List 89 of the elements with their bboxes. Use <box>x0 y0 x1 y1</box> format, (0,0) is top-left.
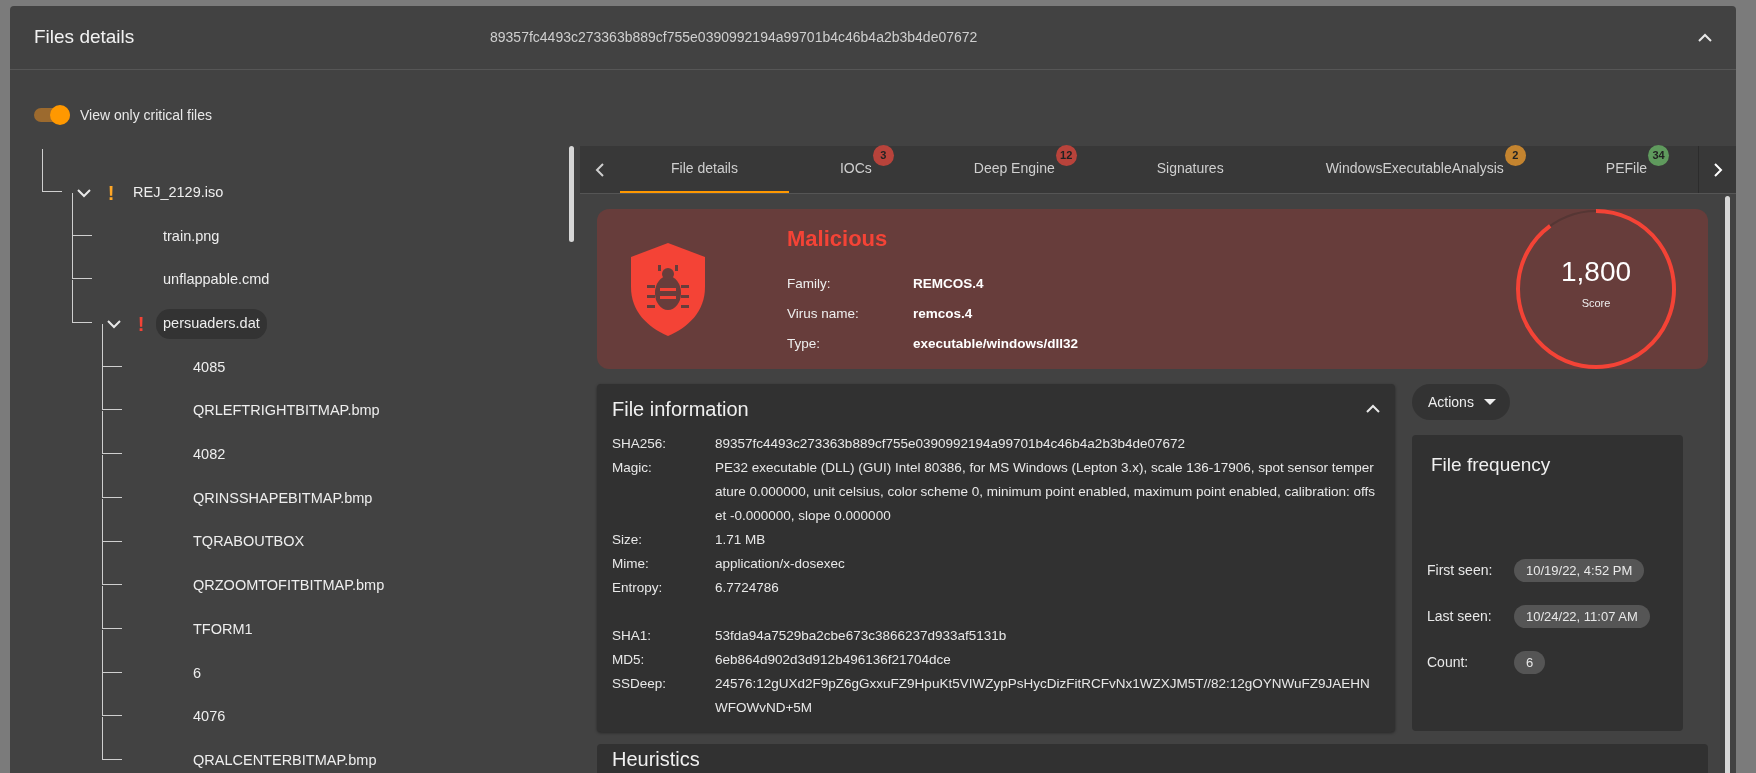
tree-item[interactable]: persuaders.dat <box>156 309 267 339</box>
tree-item[interactable]: QRLEFTRIGHTBITMAP.bmp <box>186 396 387 427</box>
bug-shield-icon <box>629 241 707 337</box>
field-label: Virus name: <box>787 304 860 323</box>
field-value: 53fda94a7529ba2cbe673c3866237d933af5131b <box>715 627 1008 645</box>
value-chip: 6 <box>1514 650 1546 675</box>
file-hash: 89357fc4493c273363b889cf755e0390992194a99701b4c46b4a2b3b4de07672 <box>490 28 979 47</box>
tab[interactable]: IOCs 3 <box>788 146 923 193</box>
chevron-left-icon[interactable] <box>595 162 605 177</box>
tree-item[interactable]: QRINSSHAPEBITMAP.bmp <box>186 483 380 514</box>
scrollbar[interactable] <box>1725 196 1730 773</box>
field-label: Mime: <box>612 555 650 573</box>
card-title: File information <box>612 397 749 422</box>
field-label: First seen: <box>1427 561 1494 580</box>
field-label: SSDeep: <box>612 675 668 693</box>
tab[interactable]: File details <box>620 146 789 193</box>
connector-line <box>102 454 122 498</box>
count-badge: 34 <box>1648 145 1670 166</box>
field-label: SHA256: <box>612 435 668 453</box>
connector-line <box>102 411 122 455</box>
collapse-icon[interactable] <box>1366 404 1380 414</box>
connector-line <box>102 673 122 717</box>
field-value: 6.7724786 <box>715 579 780 597</box>
field-label: Family: <box>787 274 832 293</box>
card-title: File frequency <box>1431 453 1552 477</box>
field-label: Last seen: <box>1427 607 1493 626</box>
field-label: Entropy: <box>612 579 664 597</box>
collapse-icon[interactable] <box>1698 32 1712 43</box>
value-chip: 10/19/22, 4:52 PM <box>1514 558 1645 583</box>
caret-icon <box>1483 399 1496 405</box>
toggle-switch[interactable] <box>34 104 70 126</box>
tree-item[interactable]: 4076 <box>186 702 233 732</box>
field-label: MD5: <box>612 651 646 669</box>
tab[interactable]: Signatures <box>1105 146 1275 193</box>
alert-mark: ! <box>107 182 115 203</box>
field-label: SHA1: <box>612 627 653 645</box>
panel-title: Files details <box>34 25 136 50</box>
field-value: 89357fc4493c273363b889cf755e0390992194a99701b4c46b4a2b3b4de07672 <box>715 435 1186 453</box>
field-value: PE32 executable (DLL) (GUI) Intel 80386, for MS Windows (Lepton 3.x), scale 136-17906, spot sensor temperature 0.000000, unit celsius, color scheme 0, minimum point enabled, maximum point enabled, calibration: offset -0.000000, slope 0.000000 <box>715 459 1377 525</box>
field-label: Type: <box>787 334 822 353</box>
count-badge: 12 <box>1055 145 1077 166</box>
count-badge: 3 <box>872 145 894 166</box>
tree-item[interactable]: train.png <box>156 221 227 252</box>
tree-item[interactable]: REJ_2129.iso <box>126 177 231 208</box>
tree-item[interactable]: unflappable.cmd <box>156 265 277 296</box>
tree-item[interactable]: 4085 <box>186 352 233 383</box>
connector-line <box>102 542 122 586</box>
connector-line <box>102 585 122 629</box>
connector-line <box>102 498 122 542</box>
actions-button[interactable]: Actions <box>1412 384 1510 420</box>
tree-item[interactable]: 4082 <box>186 440 233 470</box>
field-value: 24576:12gUXd2F9pZ6gGxxuFZ9HpuKt5VIWZypPsHycDizFitRCFvNx1WZXJM5T//82:12gOYNWuFZ9JAEHNWFOWvND+5M <box>715 675 1371 717</box>
connector-line <box>102 629 122 673</box>
field-value: REMCOS.4 <box>913 274 984 293</box>
connector-line <box>72 236 92 280</box>
tree-item[interactable]: TFORM1 <box>186 614 260 645</box>
field-label: Size: <box>612 531 643 549</box>
tab[interactable]: PEFile 34 <box>1554 146 1699 193</box>
field-value: executable/windows/dll32 <box>913 334 1079 353</box>
connector-line <box>42 149 62 192</box>
tree-item[interactable]: QRZOOMTOFITBITMAP.bmp <box>186 571 392 601</box>
field-value: application/x-dosexec <box>715 555 846 573</box>
card-title: Heuristics <box>612 748 701 770</box>
tree-item[interactable]: QRALCENTERBITMAP.bmp <box>186 745 384 773</box>
score-label: Score <box>1580 296 1612 311</box>
field-label: Count: <box>1427 653 1470 672</box>
field-value: 1.71 MB <box>715 531 767 549</box>
tree-item[interactable]: TQRABOUTBOX <box>186 527 312 558</box>
connector-line <box>72 192 92 236</box>
connector-line <box>102 716 122 760</box>
tree-item[interactable]: 6 <box>186 658 209 689</box>
field-value: remcos.4 <box>913 304 973 323</box>
tab[interactable]: WindowsExecutableAnalysis 2 <box>1274 146 1555 193</box>
connector-line <box>102 323 122 367</box>
count-badge: 2 <box>1504 145 1526 166</box>
field-value: 6eb864d902d3d912b496136f21704dce <box>715 651 952 669</box>
field-label: Magic: <box>612 459 653 477</box>
connector-line <box>102 367 122 411</box>
scrollbar[interactable] <box>569 146 574 242</box>
value-chip: 10/24/22, 11:07 AM <box>1514 604 1650 629</box>
tab[interactable]: Deep Engine 12 <box>922 146 1106 193</box>
verdict-title: Malicious <box>787 225 889 253</box>
expand-icon[interactable] <box>107 318 121 329</box>
alert-mark: ! <box>137 313 145 334</box>
score-value: 1,800 <box>1559 255 1633 289</box>
connector-line <box>72 280 92 324</box>
toggle-label: View only critical files <box>80 105 212 125</box>
chevron-right-icon[interactable] <box>1712 162 1723 177</box>
expand-icon[interactable] <box>77 187 91 198</box>
